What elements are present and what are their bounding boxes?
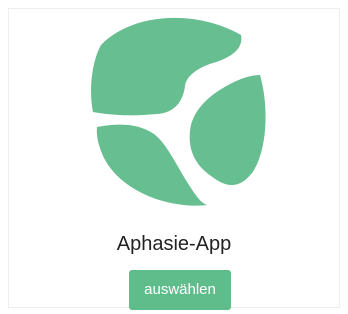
select-button[interactable]: auswählen: [129, 270, 231, 310]
app-title: Aphasie-App: [116, 233, 232, 255]
aphasia-app-logo-icon: [91, 17, 266, 206]
logo-wing-shape: [189, 75, 266, 186]
app-selection-page: Aphasie-App auswählen: [0, 0, 348, 314]
